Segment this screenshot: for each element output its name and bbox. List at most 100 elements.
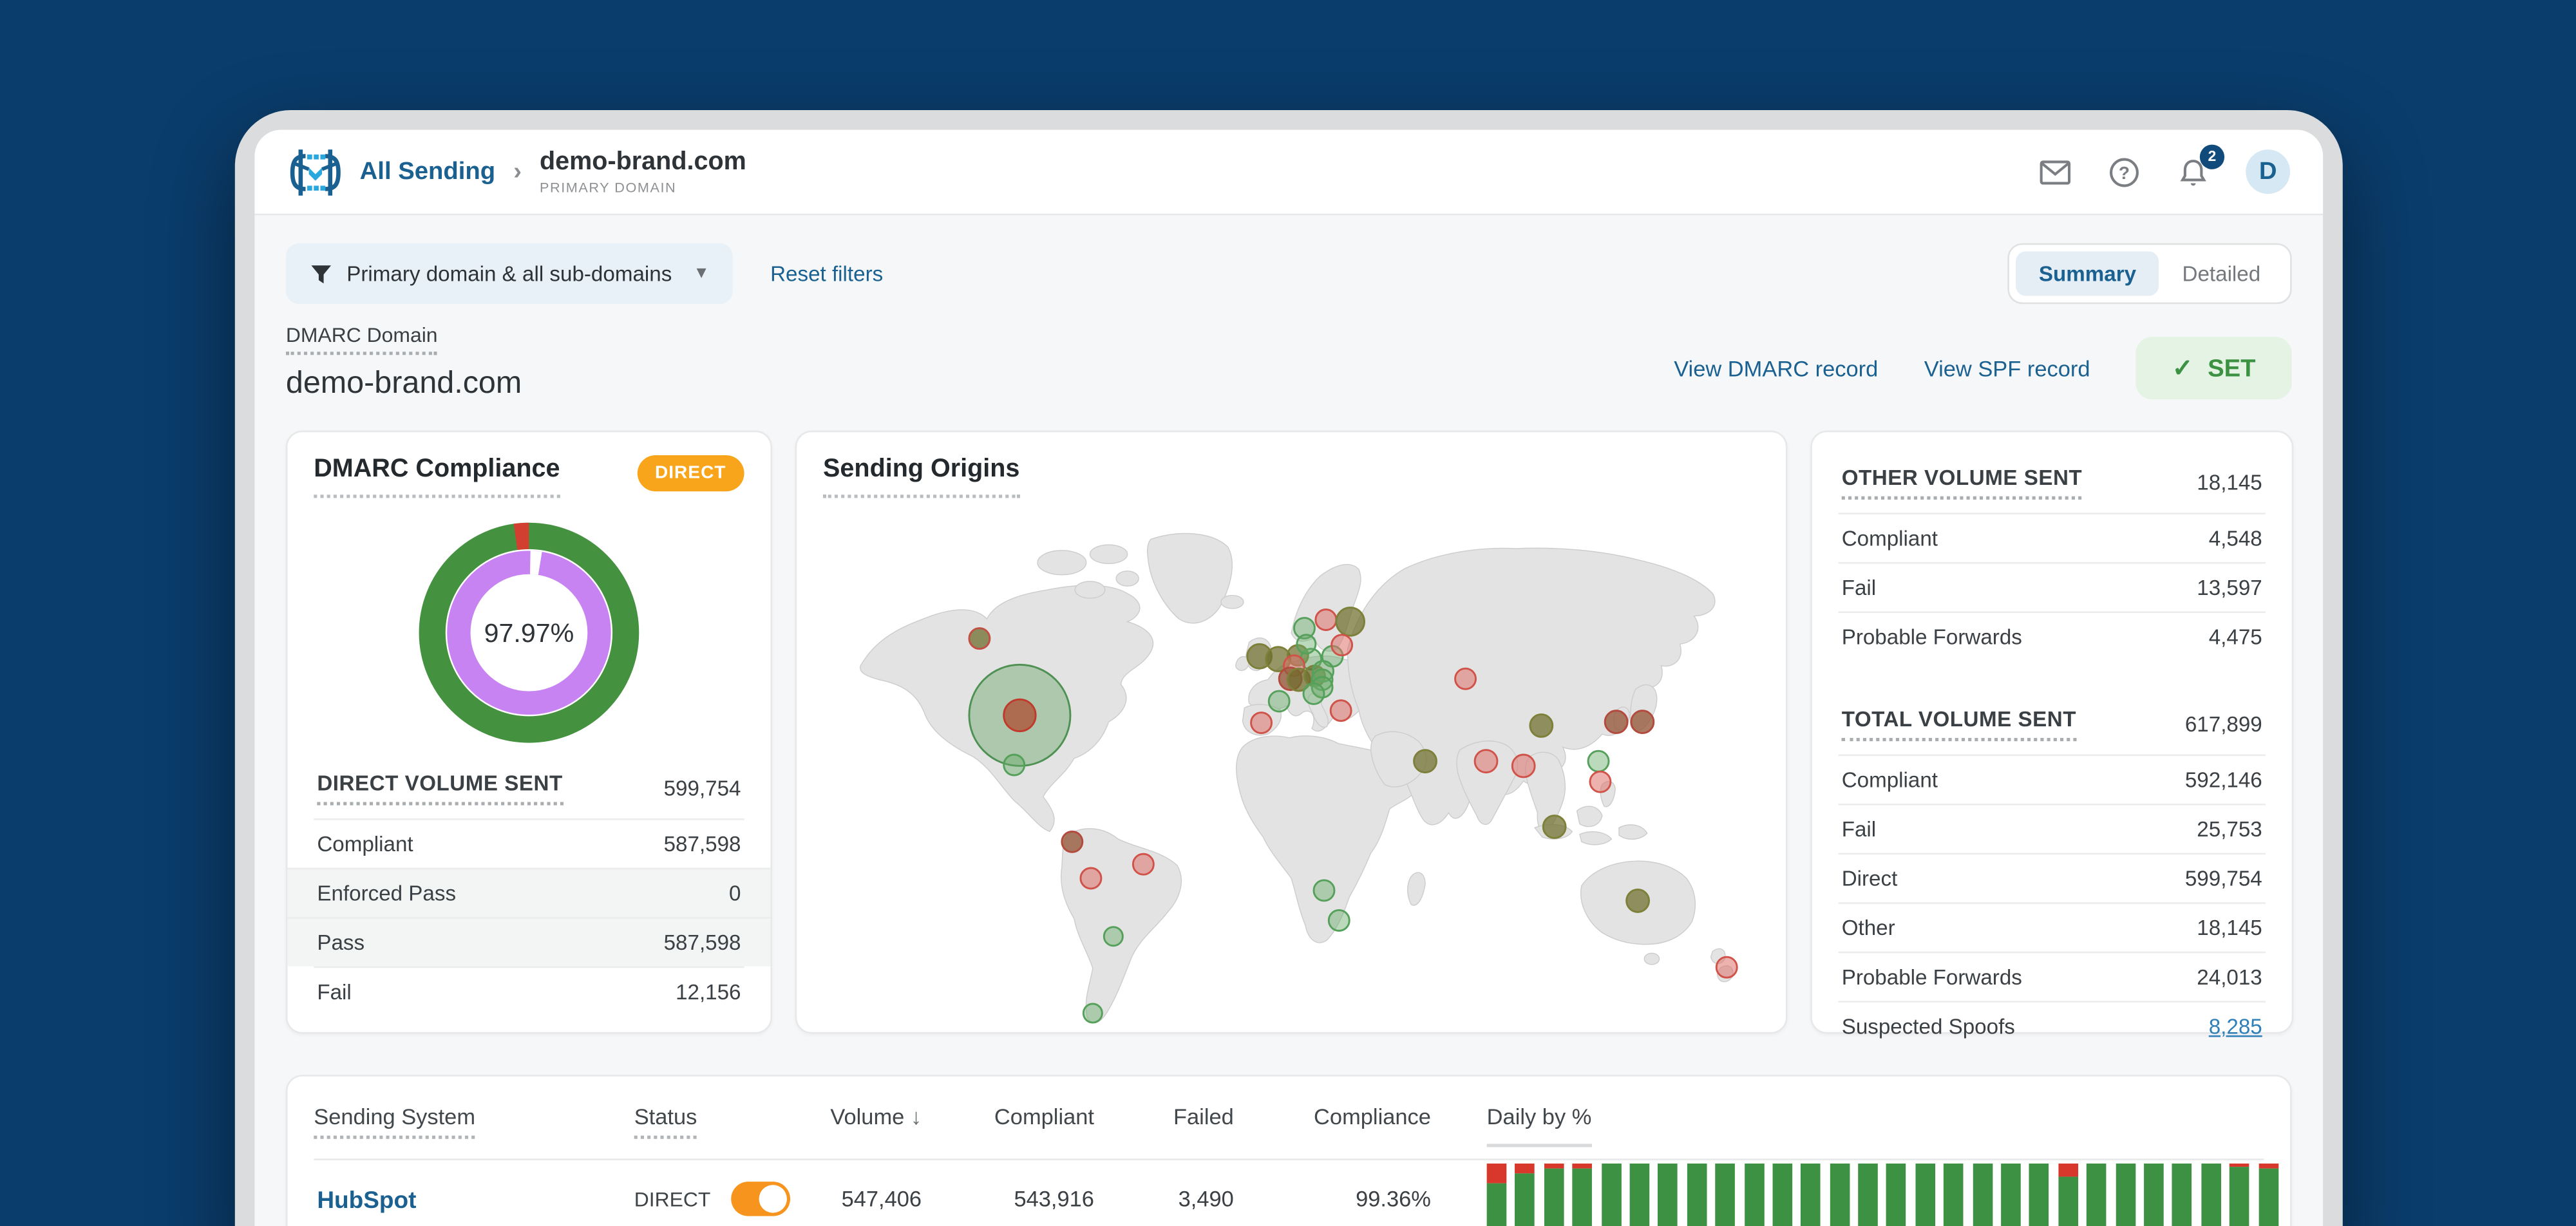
- daily-bar[interactable]: [1743, 1164, 1764, 1226]
- breadcrumb-all-sending[interactable]: All Sending: [360, 158, 495, 185]
- daily-bar[interactable]: [1858, 1164, 1879, 1226]
- col-volume[interactable]: Volume ↓: [823, 1104, 922, 1158]
- daily-bar[interactable]: [1658, 1164, 1678, 1226]
- daily-bar[interactable]: [2258, 1164, 2278, 1226]
- direct-volume-table: DIRECT VOLUME SENT 599,754 Compliant 587,59…: [287, 761, 771, 1016]
- origin-marker[interactable]: [1312, 879, 1336, 902]
- row-label: Direct: [1841, 866, 1898, 891]
- origin-marker[interactable]: [1511, 753, 1536, 778]
- row-label: Suspected Spoofs: [1841, 1014, 2015, 1039]
- daily-bar[interactable]: [2144, 1164, 2164, 1226]
- origin-marker[interactable]: [1630, 710, 1655, 734]
- origin-marker[interactable]: [1473, 749, 1499, 774]
- origin-marker[interactable]: [1003, 753, 1026, 777]
- daily-bar[interactable]: [1915, 1164, 1935, 1226]
- row-value: 592,146: [2184, 767, 2262, 793]
- origin-marker[interactable]: [1327, 909, 1350, 932]
- view-dmarc-record-link[interactable]: View DMARC record: [1674, 356, 1878, 381]
- row-value: 18,145: [2197, 469, 2262, 495]
- row-label: Fail: [317, 979, 352, 1004]
- domain-filter-label: Primary domain & all sub-domains: [346, 261, 672, 287]
- daily-bar[interactable]: [1572, 1164, 1593, 1226]
- sending-system-link[interactable]: HubSpot: [314, 1188, 416, 1214]
- daily-bar[interactable]: [2058, 1164, 2078, 1226]
- origin-marker[interactable]: [1314, 608, 1338, 631]
- notifications-bell-icon[interactable]: 2: [2177, 144, 2225, 188]
- table-section-header: TOTAL VOLUME SENT 617,899: [1839, 697, 2266, 754]
- volume-summary-card: OTHER VOLUME SENT 18,145 Compliant 4,548 Fai…: [1810, 430, 2294, 1039]
- daily-bar[interactable]: [2029, 1164, 2050, 1226]
- daily-bar[interactable]: [1972, 1164, 1993, 1226]
- daily-bar[interactable]: [1486, 1164, 1507, 1226]
- suspected-spoofs-link[interactable]: 8,285: [2209, 1014, 2262, 1039]
- daily-bar[interactable]: [1515, 1164, 1535, 1226]
- daily-bar[interactable]: [1544, 1164, 1564, 1226]
- reset-filters-link[interactable]: Reset filters: [770, 261, 883, 286]
- origin-marker[interactable]: [1604, 710, 1629, 734]
- user-avatar[interactable]: D: [2246, 149, 2291, 194]
- origin-marker[interactable]: [1079, 867, 1103, 890]
- view-spf-record-link[interactable]: View SPF record: [1924, 356, 2090, 381]
- row-value: 4,548: [2208, 525, 2262, 551]
- volume-summary-tables: OTHER VOLUME SENT 18,145 Compliant 4,548 Fai…: [1838, 455, 2266, 1050]
- daily-bar[interactable]: [1886, 1164, 1907, 1226]
- daily-bar[interactable]: [1830, 1164, 1850, 1226]
- daily-bar[interactable]: [1944, 1164, 1964, 1226]
- table-section-header: OTHER VOLUME SENT 18,145: [1839, 455, 2266, 513]
- row-value: 587,598: [663, 930, 741, 955]
- origin-marker[interactable]: [1103, 926, 1124, 947]
- col-sending-system[interactable]: Sending System: [314, 1104, 476, 1139]
- table-row: Other 18,145: [1838, 902, 2266, 952]
- origin-marker[interactable]: [1003, 698, 1037, 733]
- daily-bars-chart: [1431, 1164, 2278, 1226]
- col-compliance[interactable]: Compliance: [1234, 1104, 1431, 1158]
- daily-bar[interactable]: [1601, 1164, 1621, 1226]
- origin-marker[interactable]: [1132, 853, 1155, 876]
- daily-bar[interactable]: [1629, 1164, 1650, 1226]
- origin-marker[interactable]: [1061, 830, 1084, 853]
- origin-marker[interactable]: [1542, 815, 1567, 839]
- origin-marker[interactable]: [1267, 690, 1291, 713]
- world-map: [860, 533, 1738, 1024]
- origin-marker[interactable]: [1250, 712, 1273, 734]
- daily-bar[interactable]: [2230, 1164, 2249, 1226]
- help-icon[interactable]: ?: [2108, 155, 2141, 188]
- col-failed[interactable]: Failed: [1094, 1104, 1234, 1158]
- origin-marker[interactable]: [1587, 750, 1610, 773]
- origin-marker[interactable]: [1529, 713, 1554, 738]
- dmarc-domain-label: DMARC Domain: [285, 324, 438, 355]
- daily-bar[interactable]: [1801, 1164, 1821, 1226]
- origin-marker[interactable]: [1331, 634, 1354, 657]
- tab-summary[interactable]: Summary: [2016, 251, 2159, 296]
- origin-marker[interactable]: [968, 627, 991, 650]
- origin-marker[interactable]: [1454, 667, 1477, 690]
- origin-marker[interactable]: [1589, 770, 1612, 793]
- origin-marker[interactable]: [1082, 1003, 1103, 1024]
- page-content: Primary domain & all sub-domains ▼ Reset…: [254, 215, 2323, 1226]
- daily-bar[interactable]: [1715, 1164, 1736, 1226]
- origin-marker[interactable]: [1413, 749, 1437, 774]
- mail-icon[interactable]: [2039, 155, 2072, 188]
- origin-marker[interactable]: [1302, 682, 1325, 705]
- row-label: Compliant: [1841, 525, 1938, 551]
- origin-marker[interactable]: [1715, 956, 1738, 979]
- origin-marker[interactable]: [1625, 889, 1650, 913]
- origin-marker[interactable]: [1335, 607, 1365, 637]
- daily-bar[interactable]: [2115, 1164, 2136, 1226]
- compliant-value: 543,916: [1014, 1186, 1094, 1212]
- status-toggle[interactable]: [730, 1182, 790, 1216]
- origin-marker[interactable]: [1329, 699, 1352, 722]
- daily-bar[interactable]: [2201, 1164, 2221, 1226]
- tab-detailed[interactable]: Detailed: [2159, 251, 2284, 296]
- origin-marker[interactable]: [1296, 634, 1317, 655]
- col-compliant[interactable]: Compliant: [922, 1104, 1094, 1158]
- domain-filter-dropdown[interactable]: Primary domain & all sub-domains ▼: [285, 243, 733, 305]
- col-status[interactable]: Status: [634, 1104, 697, 1139]
- daily-bar[interactable]: [2172, 1164, 2193, 1226]
- daily-bar[interactable]: [2001, 1164, 2021, 1226]
- sending-origins-card: Sending Origins: [795, 430, 1788, 1034]
- daily-bar[interactable]: [1687, 1164, 1707, 1226]
- daily-bar[interactable]: [2087, 1164, 2107, 1226]
- daily-bar[interactable]: [1772, 1164, 1792, 1226]
- spf-set-button[interactable]: ✓ SET: [2136, 337, 2292, 400]
